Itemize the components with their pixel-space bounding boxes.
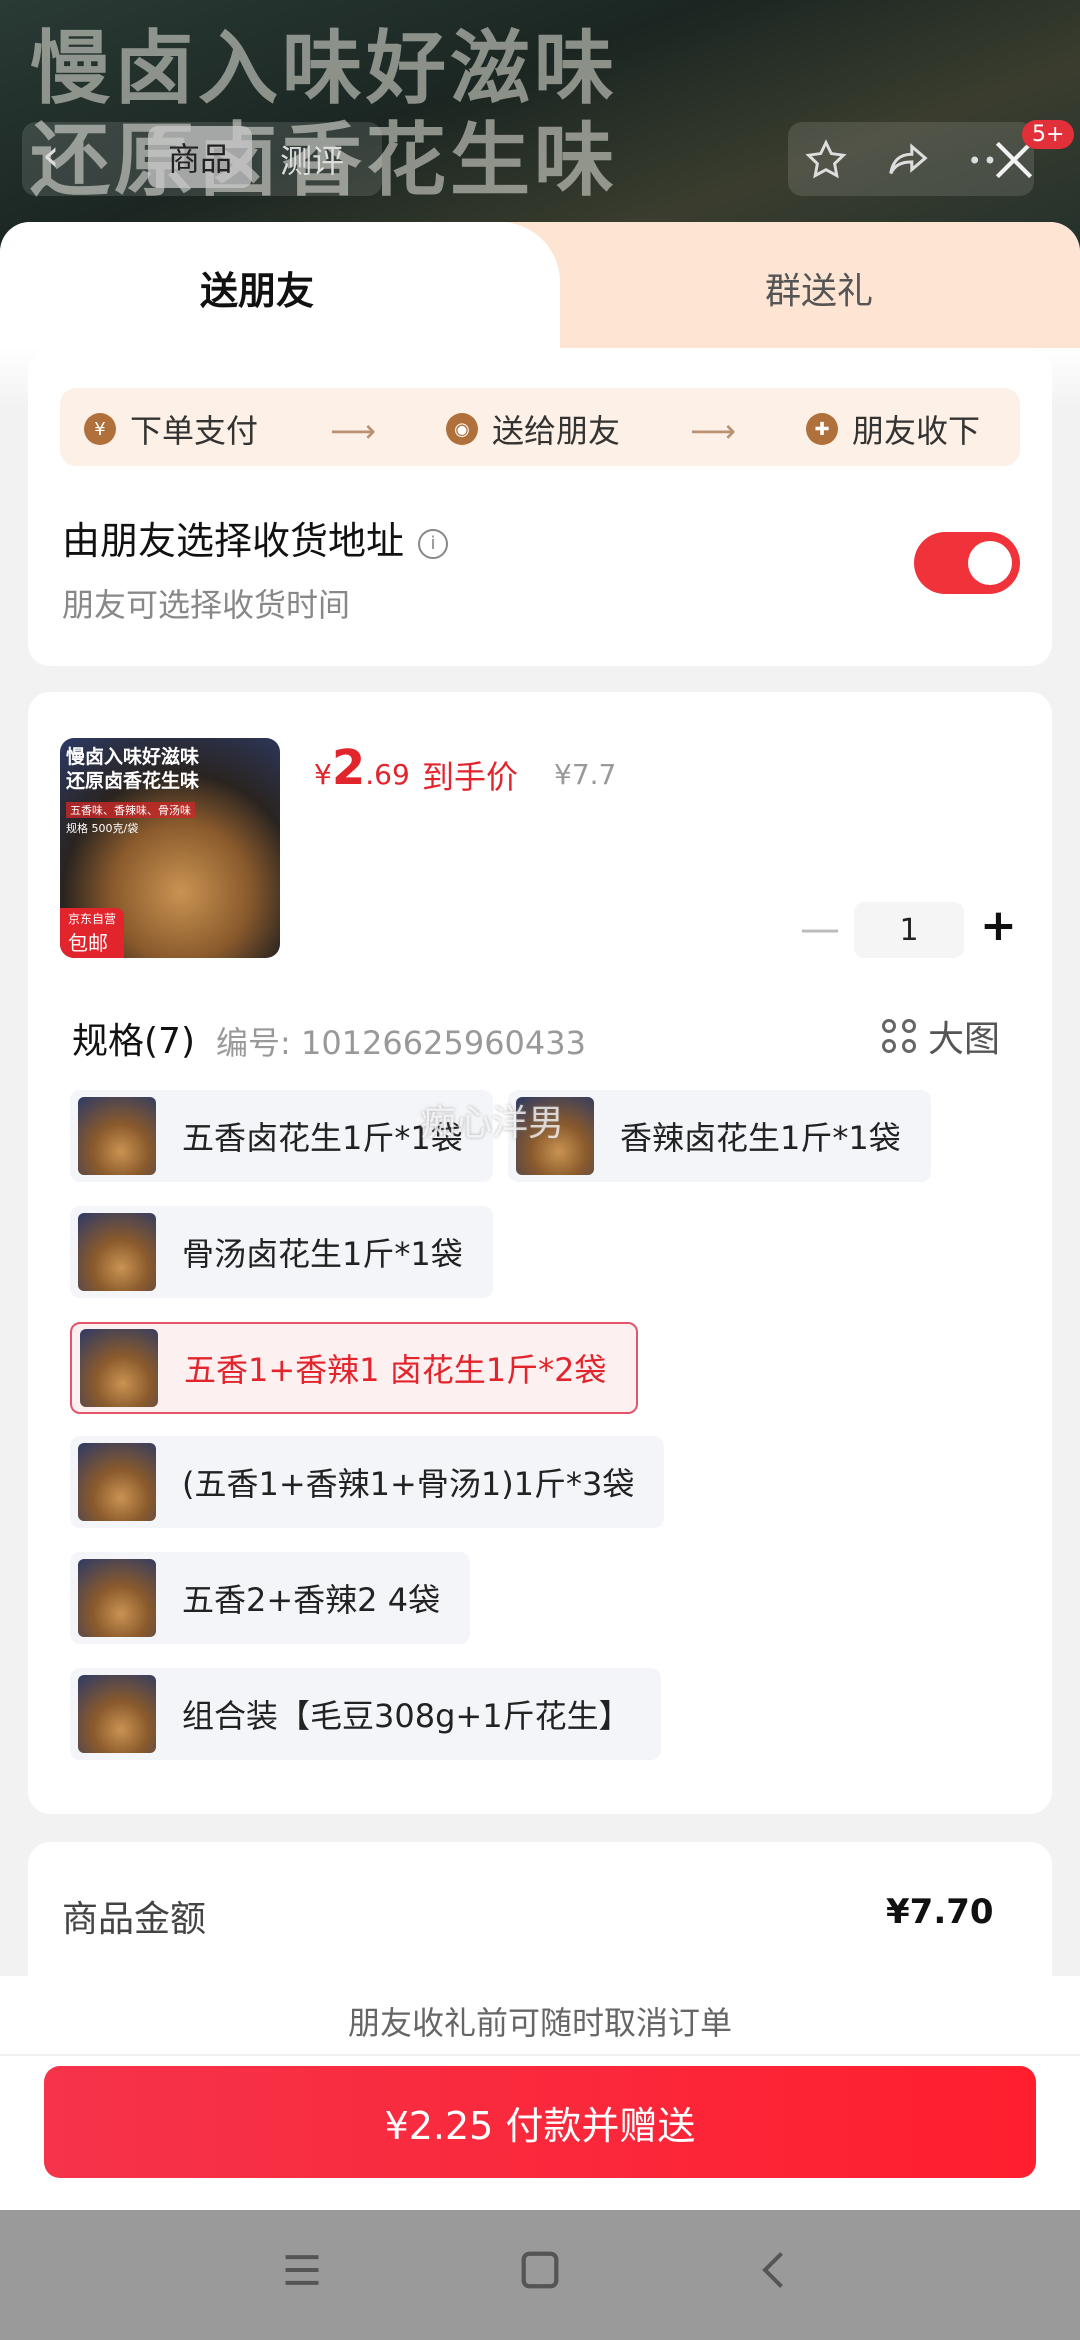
summary-value: ¥7.70 <box>886 1892 994 1932</box>
quantity-plus-button[interactable]: + <box>980 900 1017 951</box>
star-icon[interactable] <box>796 130 856 190</box>
address-option-title: 由朋友选择收货地址 <box>62 519 405 563</box>
spec-thumbnail <box>78 1559 156 1637</box>
grid-icon <box>882 1019 916 1053</box>
spec-option-selected[interactable]: 五香1+香辣1 卤花生1斤*2袋 <box>70 1322 639 1414</box>
quantity-input[interactable]: 1 <box>854 902 964 958</box>
price-label: 到手价 <box>422 758 519 796</box>
big-view-button[interactable]: 大图 <box>882 1010 1000 1062</box>
spec-title: 规格(7) <box>72 1021 195 1062</box>
price-dec: .69 <box>365 758 410 791</box>
step-receive-label: 朋友收下 <box>852 412 981 450</box>
spec-thumbnail <box>80 1329 158 1407</box>
product-image-line-3: 五香味、香辣味、骨汤味 <box>66 802 195 818</box>
back-icon[interactable]: ‹ <box>42 130 60 181</box>
tab-goods[interactable]: 商品 <box>148 126 252 188</box>
spec-option[interactable]: 骨汤卤花生1斤*1袋 <box>70 1206 493 1298</box>
original-price: ¥7.7 <box>554 758 617 791</box>
product-image-line-2: 还原卤香花生味 <box>66 770 200 792</box>
tab-group-gift[interactable]: 群送礼 <box>765 262 873 314</box>
summary-label: 商品金额 <box>62 1899 207 1940</box>
arrow-icon: ⟶ <box>330 412 376 450</box>
chat-icon: ◉ <box>446 413 478 445</box>
info-icon[interactable]: i <box>418 528 449 559</box>
spec-option[interactable]: 香辣卤花生1斤*1袋 <box>508 1090 931 1182</box>
spec-option-label: 五香1+香辣1 卤花生1斤*2袋 <box>184 1351 607 1389</box>
product-image-tag-top: 京东自营 <box>68 912 117 926</box>
home-icon[interactable] <box>510 2240 570 2300</box>
gift-steps: ¥ 下单支付 ⟶ ◉ 送给朋友 ⟶ ✚ 朋友收下 <box>60 388 1020 466</box>
tab-send-friend[interactable]: 送朋友 <box>200 260 314 315</box>
address-option: 由朋友选择收货地址 i <box>62 510 449 565</box>
product-image-line-1: 慢卤入味好滋味 <box>66 746 200 768</box>
spec-option-label: 香辣卤花生1斤*1袋 <box>620 1119 901 1157</box>
gift-tabs: 送朋友 群送礼 <box>0 222 1080 348</box>
spec-option[interactable]: (五香1+香辣1+骨汤1)1斤*3袋 <box>70 1436 665 1528</box>
tab-review[interactable]: 测评 <box>280 136 344 182</box>
yen-icon: ¥ <box>84 413 116 445</box>
spec-option[interactable]: 组合装【毛豆308g+1斤花生】 <box>70 1668 661 1760</box>
back-nav-icon[interactable] <box>746 2240 806 2300</box>
price-int: 2 <box>331 740 366 796</box>
share-icon[interactable] <box>878 130 938 190</box>
big-view-label: 大图 <box>928 1019 1001 1060</box>
product-image-line-4: 规格 500克/袋 <box>66 822 139 835</box>
quantity-minus-button[interactable]: — <box>800 906 840 952</box>
spec-option[interactable]: 五香2+香辣2 4袋 <box>70 1552 471 1644</box>
spec-option-label: 五香2+香辣2 4袋 <box>182 1581 441 1619</box>
address-option-subtitle: 朋友可选择收货时间 <box>62 586 351 624</box>
address-toggle[interactable] <box>914 532 1020 594</box>
pay-and-gift-button[interactable]: ¥2.25 付款并赠送 <box>44 2066 1036 2178</box>
spec-option-label: 骨汤卤花生1斤*1袋 <box>182 1235 463 1273</box>
watermark: 痴心洋男 <box>420 1103 565 1144</box>
arrow-icon: ⟶ <box>690 412 736 450</box>
spec-thumbnail <box>78 1213 156 1291</box>
spec-thumbnail <box>78 1675 156 1753</box>
spec-code: 编号: 10126625960433 <box>216 1024 586 1062</box>
price-currency: ¥ <box>314 758 332 791</box>
product-image[interactable]: 慢卤入味好滋味 还原卤香花生味 五香味、香辣味、骨汤味 规格 500克/袋 京东… <box>60 738 280 958</box>
step-receive: ✚ 朋友收下 <box>806 406 980 452</box>
message-badge: 5+ <box>1022 120 1075 149</box>
step-pay: ¥ 下单支付 <box>84 406 258 452</box>
product-image-tag: 京东自营 包邮 <box>60 908 125 958</box>
gift-icon: ✚ <box>806 413 838 445</box>
spec-thumbnail <box>78 1097 156 1175</box>
cancel-notice: 朋友收礼前可随时取消订单 <box>347 2004 732 2042</box>
step-pay-label: 下单支付 <box>130 412 259 450</box>
spec-option-label: 组合装【毛豆308g+1斤花生】 <box>182 1697 631 1735</box>
product-image-tag-main: 包邮 <box>68 931 108 955</box>
step-send: ◉ 送给朋友 <box>446 406 620 452</box>
divider <box>0 2054 1080 2056</box>
final-price: ¥ 2 .69 <box>314 740 410 796</box>
menu-icon[interactable] <box>272 2240 332 2300</box>
spec-thumbnail <box>78 1443 156 1521</box>
toggle-knob <box>968 541 1012 585</box>
spec-option-label: (五香1+香辣1+骨汤1)1斤*3袋 <box>182 1465 635 1503</box>
step-send-label: 送给朋友 <box>492 412 621 450</box>
